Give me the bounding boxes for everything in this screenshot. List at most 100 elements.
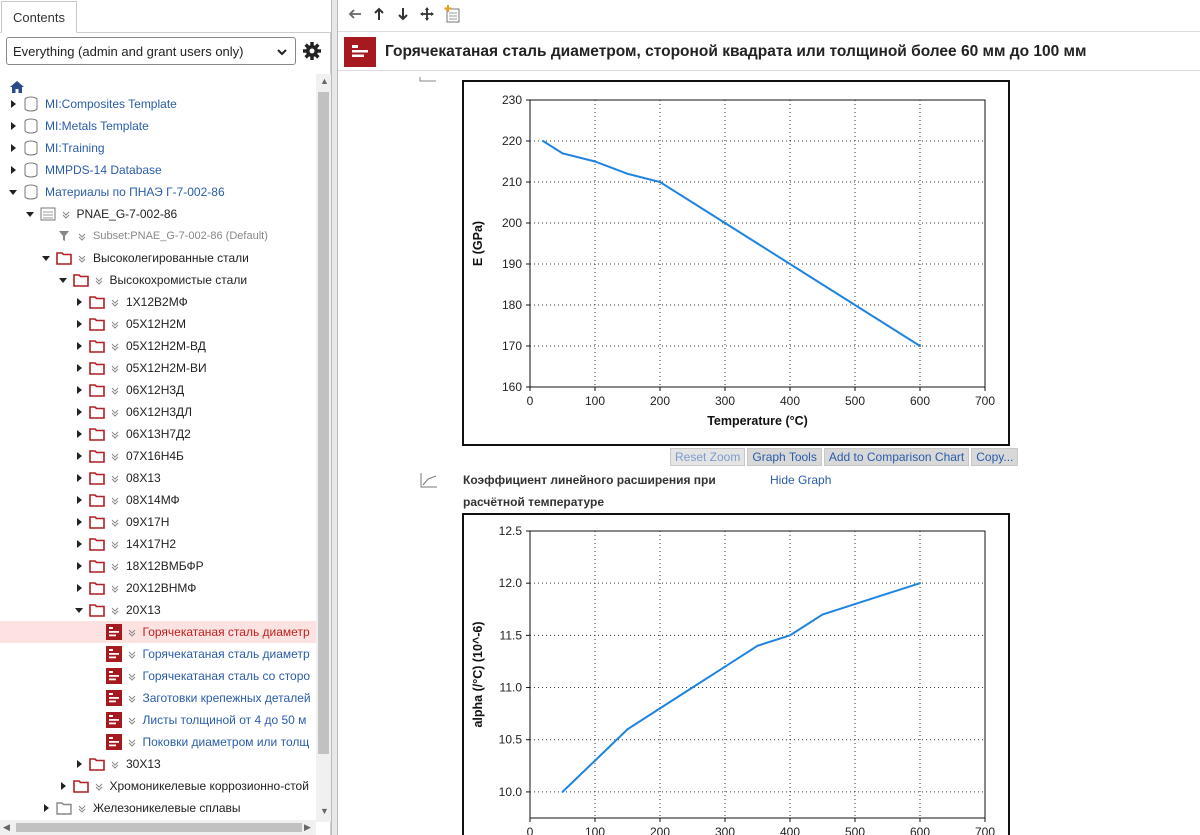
expand-toggle-icon[interactable] [74,429,84,439]
tree-horizontal-scrollbar[interactable]: ◀ ▶ [0,820,316,835]
locate-in-tree-icon[interactable] [418,5,436,23]
subset-filter-select[interactable]: Everything (admin and grant users only) [6,37,296,65]
expand-details-icon[interactable] [110,341,120,351]
expand-details-icon[interactable] [94,275,104,285]
expand-toggle-icon[interactable] [74,495,84,505]
expand-toggle-icon[interactable] [58,781,68,791]
tree-item[interactable]: 05Х12Н2М [0,313,316,335]
expand-details-icon[interactable] [127,737,137,747]
expand-details-icon[interactable] [110,495,120,505]
expand-details-icon[interactable] [77,231,87,241]
modulus-chart[interactable]: 0 100 200 300 400 500 600 700 160 170 180 190 200 210… [462,80,1010,446]
tree-item[interactable]: 14Х17Н2 [0,533,316,555]
expand-toggle-icon[interactable] [74,407,84,417]
tree-item[interactable]: 08Х13 [0,467,316,489]
tree-item[interactable]: 1Х12В2МФ [0,291,316,313]
tree-item[interactable]: 06Х12Н3Д [0,379,316,401]
expand-toggle-icon[interactable] [74,451,84,461]
expand-toggle-icon[interactable] [8,121,18,131]
expand-toggle-icon[interactable] [74,385,84,395]
add-to-comparison-button[interactable]: Add to Comparison Chart [823,448,970,466]
expand-toggle-icon[interactable] [8,143,18,153]
tab-contents[interactable]: Contents [1,1,77,33]
expand-details-icon[interactable] [94,781,104,791]
expand-details-icon[interactable] [127,649,137,659]
tree-horizontal-scroll-thumb[interactable] [16,823,302,832]
tree-item[interactable]: 05Х12Н2М-ВД [0,335,316,357]
expand-details-icon[interactable] [127,671,137,681]
expand-details-icon[interactable] [127,715,137,725]
tree-vertical-scrollbar[interactable]: ▲ ▼ [316,74,331,822]
collapse-toggle-icon[interactable] [74,605,84,615]
tree-item[interactable]: 08Х14МФ [0,489,316,511]
expand-toggle-icon[interactable] [74,363,84,373]
tree-item[interactable]: 06Х13Н7Д2 [0,423,316,445]
tree-item[interactable]: Листы толщиной от 4 до 50 м [0,709,316,731]
expand-details-icon[interactable] [110,407,120,417]
expand-details-icon[interactable] [110,363,120,373]
new-record-icon[interactable] [443,5,461,23]
graph-tools-button[interactable]: Graph Tools [747,448,822,466]
collapse-toggle-icon[interactable] [58,275,68,285]
expand-toggle-icon[interactable] [74,297,84,307]
copy-button[interactable]: Copy... [971,448,1019,466]
tree-item[interactable]: 07Х16Н4Б [0,445,316,467]
collapse-toggle-icon[interactable] [41,253,51,263]
tree-item[interactable]: MI:Composites Template [0,93,316,115]
scroll-left-icon[interactable]: ◀ [3,822,10,833]
tree-item[interactable]: Материалы по ПНАЭ Г-7-002-86 [0,181,316,203]
expand-details-icon[interactable] [61,209,71,219]
tree-item[interactable]: Subset:PNAE_G-7-002-86 (Default) [0,225,316,247]
tree-item[interactable]: 20Х13 [0,599,316,621]
expand-details-icon[interactable] [110,583,120,593]
expand-details-icon[interactable] [110,759,120,769]
expand-details-icon[interactable] [110,451,120,461]
gear-icon[interactable] [302,41,322,61]
tree-item[interactable]: 09Х17Н [0,511,316,533]
expand-toggle-icon[interactable] [74,561,84,571]
tree-item[interactable]: 30Х13 [0,753,316,775]
expand-toggle-icon[interactable] [41,803,51,813]
up-arrow-icon[interactable] [370,5,388,23]
expand-details-icon[interactable] [127,693,137,703]
scroll-down-icon[interactable]: ▼ [320,806,329,816]
tree-item[interactable]: Горячекатаная сталь диаметр [0,643,316,665]
tree-item[interactable]: Заготовки крепежных деталей [0,687,316,709]
tree-item[interactable]: MI:Training [0,137,316,159]
expansion-chart[interactable]: 0 100 200 300 400 500 600 700 10.0 10.5 11.0 11.5 12… [462,513,1010,835]
tree-item[interactable]: Поковки диаметром или толщ [0,731,316,753]
hide-graph-link[interactable]: Hide Graph [770,473,831,487]
back-arrow-icon[interactable] [346,5,364,23]
expand-details-icon[interactable] [127,627,137,637]
expand-details-icon[interactable] [110,385,120,395]
tree-item[interactable]: Горячекатаная сталь диаметр [0,621,316,643]
expand-details-icon[interactable] [110,429,120,439]
tree-item[interactable]: 06Х12Н3ДЛ [0,401,316,423]
expand-details-icon[interactable] [110,561,120,571]
scroll-right-icon[interactable]: ▶ [304,822,311,833]
tree-item[interactable]: PNAE_G-7-002-86 [0,203,316,225]
tree-item[interactable]: Высоколегированные стали [0,247,316,269]
tree-item[interactable]: MI:Metals Template [0,115,316,137]
expansion-chart-svg[interactable]: 0 100 200 300 400 500 600 700 10.0 10.5 11.0 11.5 12… [464,515,1008,835]
tree-item[interactable]: Железоникелевые сплавы [0,797,316,819]
expand-details-icon[interactable] [77,253,87,263]
collapse-toggle-icon[interactable] [25,209,35,219]
down-arrow-icon[interactable] [394,5,412,23]
tree-item[interactable]: Горячекатаная сталь со сторо [0,665,316,687]
tree-item[interactable]: 18Х12ВМБФР [0,555,316,577]
expand-details-icon[interactable] [110,297,120,307]
expand-toggle-icon[interactable] [8,165,18,175]
reset-zoom-button[interactable]: Reset Zoom [670,448,746,466]
expand-toggle-icon[interactable] [74,341,84,351]
expand-details-icon[interactable] [110,473,120,483]
expand-details-icon[interactable] [110,517,120,527]
expand-details-icon[interactable] [77,803,87,813]
expand-toggle-icon[interactable] [74,319,84,329]
scroll-up-icon[interactable]: ▲ [320,76,329,86]
tree-item[interactable]: Хромоникелевые коррозионно-стой [0,775,316,797]
modulus-chart-svg[interactable]: 0 100 200 300 400 500 600 700 160 170 180 190 200 210… [464,82,1008,444]
tree-item[interactable]: 20Х12ВНМФ [0,577,316,599]
tree-item[interactable]: 05Х12Н2М-ВИ [0,357,316,379]
expand-toggle-icon[interactable] [8,99,18,109]
